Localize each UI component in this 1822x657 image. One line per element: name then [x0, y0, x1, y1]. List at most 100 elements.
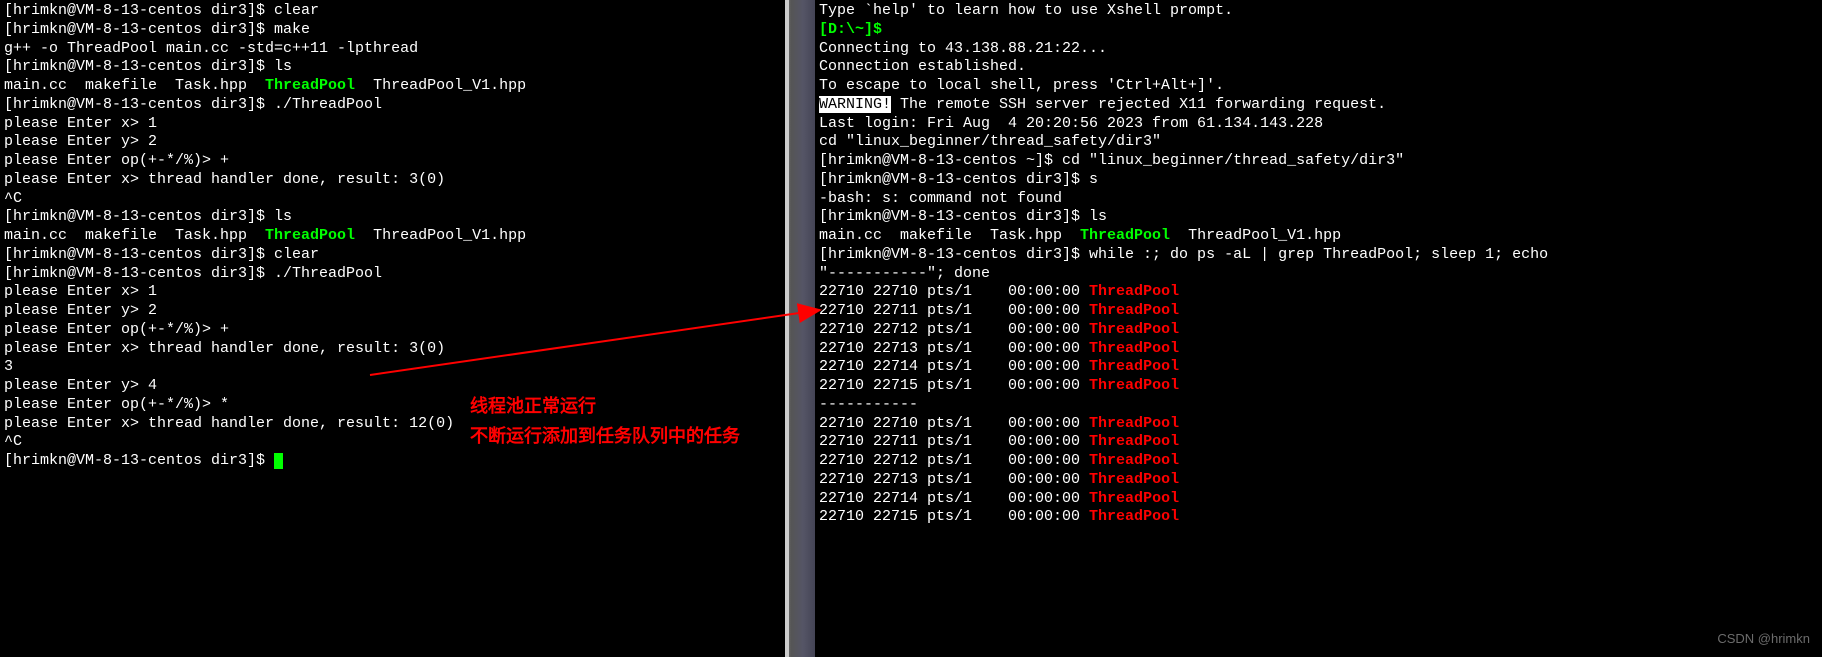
text-segment: [hrimkn@VM-8-13-centos dir3]$ while :; d… [819, 246, 1548, 263]
terminal-right[interactable]: Type `help' to learn how to use Xshell p… [815, 0, 1822, 657]
text-segment: [hrimkn@VM-8-13-centos dir3]$ s [819, 171, 1098, 188]
terminal-line: [hrimkn@VM-8-13-centos dir3]$ ls [819, 208, 1818, 227]
text-segment: please Enter x> thread handler done, res… [4, 340, 445, 357]
terminal-line: please Enter y> 2 [4, 302, 781, 321]
terminal-line: please Enter x> thread handler done, res… [4, 340, 781, 359]
text-segment: [hrimkn@VM-8-13-centos dir3]$ ls [4, 208, 292, 225]
terminal-line: [hrimkn@VM-8-13-centos dir3]$ [4, 452, 781, 471]
terminal-line: 22710 22712 pts/1 00:00:00 ThreadPool [819, 321, 1818, 340]
text-segment: -bash: s: command not found [819, 190, 1062, 207]
text-segment: main.cc makefile Task.hpp [4, 77, 265, 94]
watermark: CSDN @hrimkn [1717, 631, 1810, 647]
text-segment: [hrimkn@VM-8-13-centos dir3]$ ./ThreadPo… [4, 96, 382, 113]
text-segment: Pool [1143, 321, 1179, 338]
terminal-line: 22710 22715 pts/1 00:00:00 ThreadPool [819, 377, 1818, 396]
text-segment: Pool [1143, 508, 1179, 525]
terminal-line: 22710 22711 pts/1 00:00:00 ThreadPool [819, 433, 1818, 452]
text-segment: Pool [1143, 471, 1179, 488]
terminal-line: [hrimkn@VM-8-13-centos dir3]$ ./ThreadPo… [4, 96, 781, 115]
text-segment: please Enter op(+-*/%)> + [4, 152, 229, 169]
text-segment: [D:\~]$ [819, 21, 882, 38]
terminal-line: 22710 22713 pts/1 00:00:00 ThreadPool [819, 340, 1818, 359]
text-segment: 3 [4, 358, 13, 375]
terminal-line: 22710 22710 pts/1 00:00:00 ThreadPool [819, 415, 1818, 434]
terminal-line: main.cc makefile Task.hpp ThreadPool Thr… [819, 227, 1818, 246]
terminal-line: cd "linux_beginner/thread_safety/dir3" [819, 133, 1818, 152]
terminal-line: please Enter op(+-*/%)> + [4, 321, 781, 340]
terminal-line: [hrimkn@VM-8-13-centos dir3]$ clear [4, 246, 781, 265]
text-segment: WARNING! [819, 96, 891, 113]
text-segment: To escape to local shell, press 'Ctrl+Al… [819, 77, 1224, 94]
text-segment: 22710 22715 pts/1 00:00:00 [819, 508, 1089, 525]
text-segment: 22710 22713 pts/1 00:00:00 [819, 471, 1089, 488]
annotation-text-1: 线程池正常运行 [470, 395, 596, 418]
terminal-line: Type `help' to learn how to use Xshell p… [819, 2, 1818, 21]
text-segment: Thread [1089, 415, 1143, 432]
text-segment: Thread [1089, 490, 1143, 507]
terminal-line: [hrimkn@VM-8-13-centos dir3]$ ls [4, 208, 781, 227]
text-segment: Pool [1143, 340, 1179, 357]
terminal-line: please Enter op(+-*/%)> + [4, 152, 781, 171]
cursor [274, 453, 283, 469]
terminal-line: please Enter x> thread handler done, res… [4, 171, 781, 190]
text-segment: ThreadPool_V1.hpp [1170, 227, 1341, 244]
terminal-line: "-----------"; done [819, 265, 1818, 284]
terminal-line: 22710 22712 pts/1 00:00:00 ThreadPool [819, 452, 1818, 471]
text-segment: Thread [1089, 321, 1143, 338]
text-segment: cd "linux_beginner/thread_safety/dir3" [819, 133, 1161, 150]
terminal-line: [D:\~]$ [819, 21, 1818, 40]
terminal-line: 22710 22714 pts/1 00:00:00 ThreadPool [819, 358, 1818, 377]
terminal-line: Connection established. [819, 58, 1818, 77]
text-segment: 22710 22714 pts/1 00:00:00 [819, 358, 1089, 375]
text-segment: main.cc makefile Task.hpp [819, 227, 1080, 244]
text-segment: [hrimkn@VM-8-13-centos dir3]$ ./ThreadPo… [4, 265, 382, 282]
text-segment: "-----------"; done [819, 265, 990, 282]
text-segment: Type `help' to learn how to use Xshell p… [819, 2, 1233, 19]
text-segment: Thread [1089, 340, 1143, 357]
text-segment: Thread [1089, 283, 1143, 300]
text-segment: Pool [1143, 433, 1179, 450]
text-segment: ThreadPool_V1.hpp [355, 77, 526, 94]
text-segment: Connection established. [819, 58, 1026, 75]
text-segment: 22710 22714 pts/1 00:00:00 [819, 490, 1089, 507]
text-segment: Thread [1089, 452, 1143, 469]
text-segment: Connecting to 43.138.88.21:22... [819, 40, 1107, 57]
terminal-left[interactable]: [hrimkn@VM-8-13-centos dir3]$ clear[hrim… [0, 0, 785, 657]
terminal-line: Connecting to 43.138.88.21:22... [819, 40, 1818, 59]
terminal-line: -bash: s: command not found [819, 190, 1818, 209]
text-segment: ^C [4, 433, 22, 450]
text-segment: ThreadPool_V1.hpp [355, 227, 526, 244]
text-segment: Thread [1089, 377, 1143, 394]
text-segment: 22710 22712 pts/1 00:00:00 [819, 452, 1089, 469]
terminal-line: 22710 22715 pts/1 00:00:00 ThreadPool [819, 508, 1818, 527]
terminal-line: [hrimkn@VM-8-13-centos dir3]$ clear [4, 2, 781, 21]
terminal-line: 22710 22714 pts/1 00:00:00 ThreadPool [819, 490, 1818, 509]
text-segment: please Enter op(+-*/%)> * [4, 396, 229, 413]
terminal-line: [hrimkn@VM-8-13-centos dir3]$ make [4, 21, 781, 40]
terminal-line: 22710 22713 pts/1 00:00:00 ThreadPool [819, 471, 1818, 490]
text-segment: [hrimkn@VM-8-13-centos dir3]$ ls [819, 208, 1107, 225]
text-segment: please Enter x> thread handler done, res… [4, 171, 445, 188]
terminal-line: please Enter y> 4 [4, 377, 781, 396]
text-segment: please Enter y> 2 [4, 133, 157, 150]
terminal-line: 22710 22710 pts/1 00:00:00 ThreadPool [819, 283, 1818, 302]
text-segment: Thread [1089, 471, 1143, 488]
text-segment: Pool [1143, 490, 1179, 507]
text-segment: [hrimkn@VM-8-13-centos dir3]$ clear [4, 246, 319, 263]
text-segment: [hrimkn@VM-8-13-centos ~]$ cd "linux_beg… [819, 152, 1404, 169]
text-segment: 22710 22715 pts/1 00:00:00 [819, 377, 1089, 394]
text-segment: Pool [1143, 302, 1179, 319]
pane-divider[interactable] [785, 0, 815, 657]
terminal-line: 3 [4, 358, 781, 377]
terminal-line: please Enter y> 2 [4, 133, 781, 152]
terminal-line: please Enter op(+-*/%)> * [4, 396, 781, 415]
terminal-line: [hrimkn@VM-8-13-centos dir3]$ ./ThreadPo… [4, 265, 781, 284]
text-segment: please Enter y> 4 [4, 377, 157, 394]
text-segment: 22710 22710 pts/1 00:00:00 [819, 283, 1089, 300]
text-segment: [hrimkn@VM-8-13-centos dir3]$ [4, 452, 274, 469]
text-segment: Pool [1143, 377, 1179, 394]
terminal-line: ----------- [819, 396, 1818, 415]
text-segment: g++ -o ThreadPool main.cc -std=c++11 -lp… [4, 40, 418, 57]
terminal-line: [hrimkn@VM-8-13-centos dir3]$ ls [4, 58, 781, 77]
text-segment: ^C [4, 190, 22, 207]
